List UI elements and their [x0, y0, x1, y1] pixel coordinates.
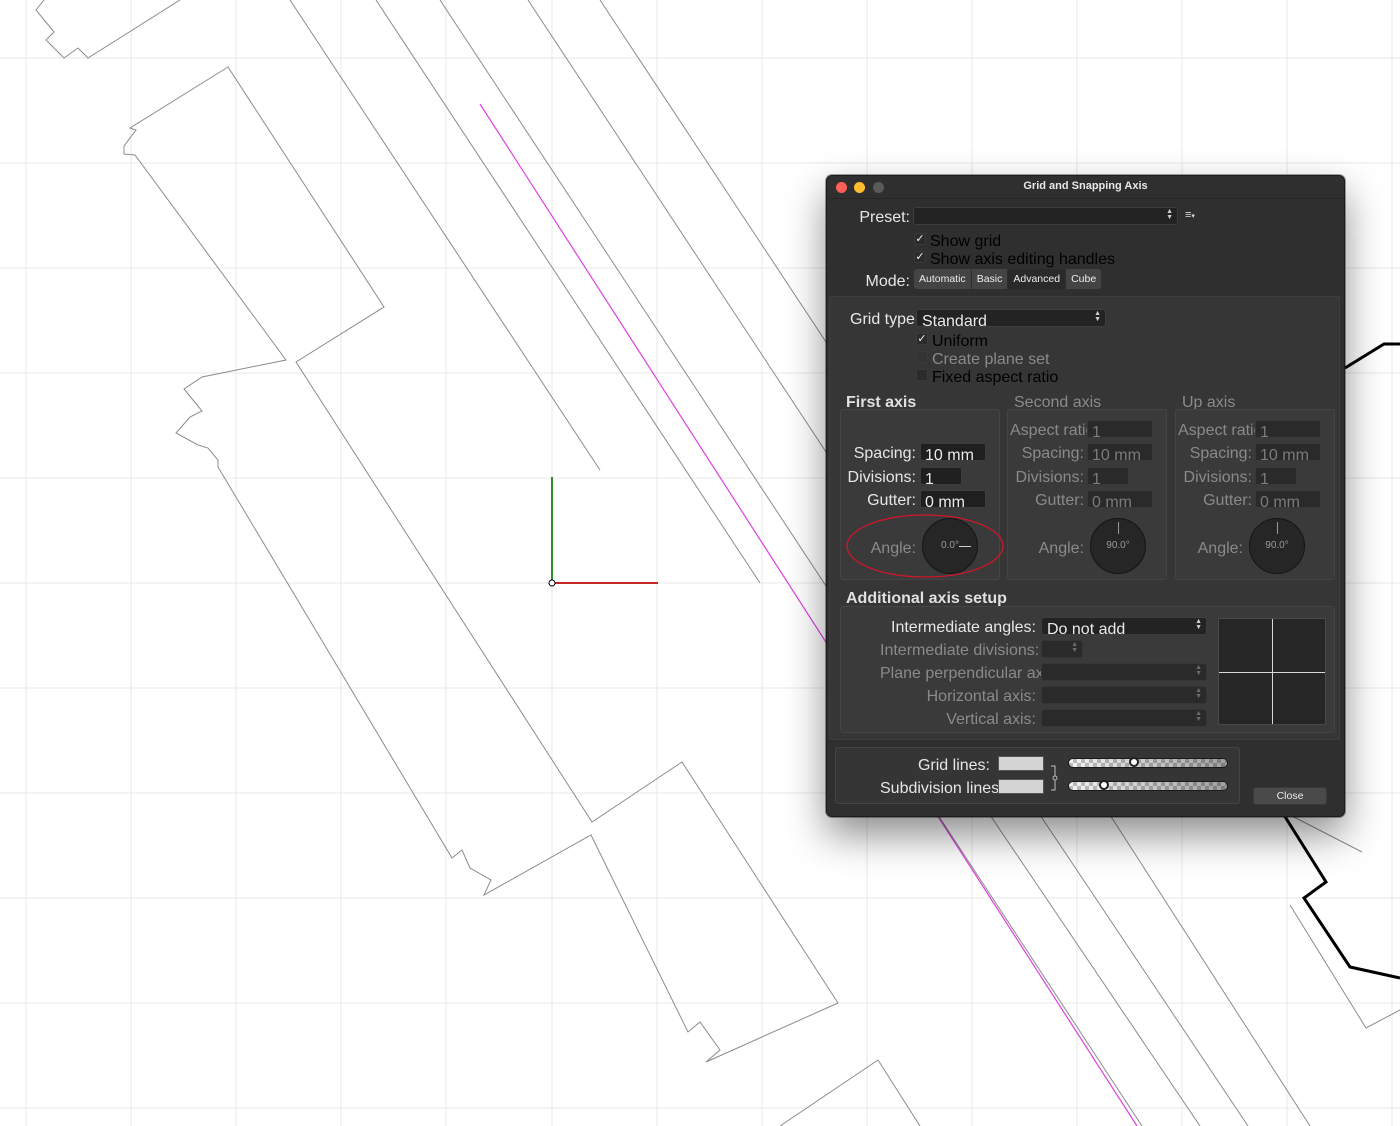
plane-perpendicular-select[interactable]: ▲ ▼ [1041, 663, 1207, 681]
create-plane-set-checkbox[interactable] [916, 351, 928, 363]
show-grid-label: Show grid [930, 233, 1002, 250]
up-spacing-label: Spacing: [1189, 445, 1252, 462]
show-grid-checkbox[interactable]: ✓ [914, 233, 926, 245]
second-gutter-label: Gutter: [1035, 492, 1084, 509]
show-axis-handles-checkbox[interactable]: ✓ [914, 251, 926, 263]
title-bar[interactable]: Grid and Snapping Axis [827, 176, 1344, 199]
second-angle-dial[interactable]: 90.0° [1090, 518, 1146, 574]
subdivision-lines-color-swatch[interactable] [998, 779, 1044, 794]
first-spacing-label: Spacing: [853, 445, 916, 462]
highlight-annotation [846, 514, 1004, 578]
second-angle-value: 90.0° [1106, 540, 1130, 551]
show-axis-handles-label: Show axis editing handles [930, 251, 1116, 268]
list-menu-icon[interactable]: ≡▾ [1185, 209, 1195, 221]
highlight-ellipse [846, 514, 1004, 578]
grid-type-label: Grid type: [850, 311, 920, 328]
dialog-title: Grid and Snapping Axis [1023, 180, 1148, 192]
up-angle-label: Angle: [1197, 540, 1243, 557]
fixed-aspect-ratio-label: Fixed aspect ratio [932, 369, 1059, 386]
second-spacing-input[interactable]: 10 mm [1087, 443, 1153, 461]
updown-arrows-icon: ▲ ▼ [1195, 618, 1202, 631]
up-divisions-label: Divisions: [1183, 469, 1252, 486]
up-gutter-input[interactable]: 0 mm [1255, 490, 1321, 508]
subdivision-lines-opacity-thumb[interactable] [1099, 780, 1109, 790]
axis-preview [1218, 618, 1326, 725]
grid-lines-color-swatch[interactable] [998, 756, 1044, 771]
axis-origin-handle[interactable] [548, 579, 556, 587]
mode-cube[interactable]: Cube [1066, 269, 1102, 289]
first-gutter-input[interactable]: 0 mm [920, 490, 986, 508]
up-angle-dial[interactable]: 90.0° [1249, 518, 1305, 574]
horizontal-axis-label: Horizontal axis: [926, 688, 1036, 705]
subdivision-lines-opacity-slider[interactable] [1068, 780, 1228, 791]
second-divisions-label: Divisions: [1015, 469, 1084, 486]
horizontal-axis-select[interactable]: ▲ ▼ [1041, 686, 1207, 704]
grid-lines-label: Grid lines: [917, 757, 990, 774]
second-spacing-label: Spacing: [1021, 445, 1084, 462]
first-spacing-input[interactable]: 10 mm [920, 443, 986, 461]
first-gutter-label: Gutter: [867, 492, 916, 509]
up-angle-value: 90.0° [1265, 540, 1289, 551]
vertical-axis-select[interactable]: ▲ ▼ [1041, 709, 1207, 727]
first-divisions-label: Divisions: [847, 469, 916, 486]
second-divisions-input[interactable]: 1 [1087, 467, 1129, 485]
angle-indicator [1118, 522, 1119, 534]
grid-lines-opacity-thumb[interactable] [1129, 757, 1139, 767]
uniform-checkbox[interactable]: ✓ [916, 333, 928, 345]
updown-arrows-icon: ▲ ▼ [1094, 310, 1101, 323]
second-aspect-input[interactable]: 1 [1087, 420, 1153, 438]
angle-indicator [1277, 522, 1278, 534]
intermediate-divisions-label: Intermediate divisions: [880, 642, 1040, 659]
uniform-label: Uniform [932, 333, 989, 350]
mode-automatic[interactable]: Automatic [914, 269, 972, 289]
intermediate-angles-value: Do not add [1047, 621, 1126, 638]
updown-arrows-icon: ▲ ▼ [1195, 687, 1202, 700]
plane-perpendicular-label: Plane perpendicular axis: [880, 665, 1060, 682]
second-gutter-input[interactable]: 0 mm [1087, 490, 1153, 508]
subdivision-lines-label: Subdivision lines: [880, 780, 1004, 797]
mode-segmented-control: Automatic Basic Advanced Cube [914, 269, 1102, 289]
mode-label: Mode: [865, 273, 910, 290]
close-button[interactable]: Close [1253, 787, 1327, 805]
up-aspect-input[interactable]: 1 [1255, 420, 1321, 438]
preview-horizontal-line [1219, 672, 1325, 673]
mode-basic[interactable]: Basic [971, 269, 1009, 289]
grid-type-select[interactable]: Standard ▲ ▼ [916, 309, 1106, 330]
fixed-aspect-ratio-checkbox[interactable] [916, 369, 928, 381]
intermediate-angles-select[interactable]: Do not add ▲ ▼ [1041, 617, 1207, 638]
up-aspect-label: Aspect ratio: [1178, 422, 1267, 439]
updown-arrows-icon: ▲ ▼ [1195, 710, 1202, 723]
create-plane-set-label: Create plane set [932, 351, 1050, 368]
grid-type-value: Standard [922, 313, 987, 330]
up-spacing-input[interactable]: 10 mm [1255, 443, 1321, 461]
second-aspect-label: Aspect ratio: [1010, 422, 1099, 439]
intermediate-divisions-stepper[interactable]: ▲ ▼ [1041, 640, 1083, 658]
selected-path-lower[interactable] [1282, 814, 1400, 980]
stepper-arrows-icon: ▲ ▼ [1071, 641, 1078, 654]
link-chain-icon[interactable] [1048, 764, 1060, 792]
updown-arrows-icon: ▲ ▼ [1195, 664, 1202, 677]
vertical-axis-label: Vertical axis: [946, 711, 1036, 728]
up-gutter-label: Gutter: [1203, 492, 1252, 509]
up-divisions-input[interactable]: 1 [1255, 467, 1297, 485]
intermediate-angles-label: Intermediate angles: [891, 619, 1036, 636]
preset-select[interactable]: ▲ ▼ [913, 207, 1178, 225]
preset-label: Preset: [859, 209, 910, 226]
first-divisions-input[interactable]: 1 [920, 467, 962, 485]
updown-arrows-icon: ▲ ▼ [1166, 208, 1173, 221]
mode-advanced[interactable]: Advanced [1008, 269, 1067, 289]
second-angle-label: Angle: [1038, 540, 1084, 557]
slider-gradient [1069, 782, 1227, 790]
grid-lines-opacity-slider[interactable] [1068, 757, 1228, 768]
slider-gradient [1069, 759, 1227, 767]
